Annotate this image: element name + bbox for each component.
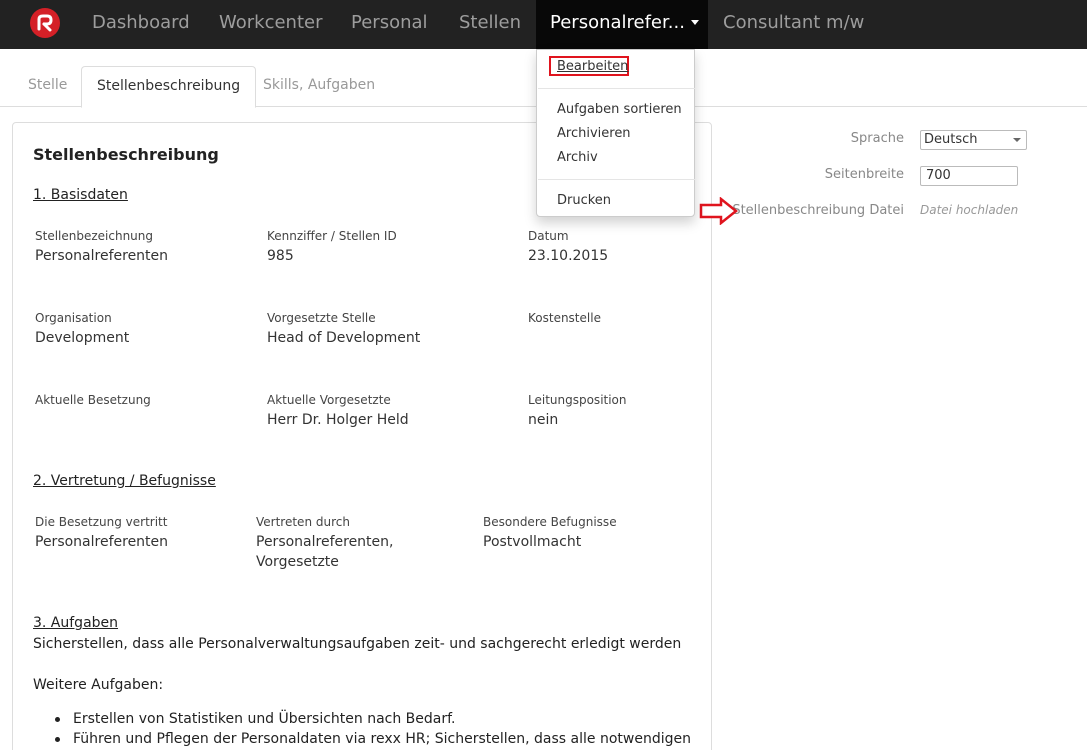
menu-divider bbox=[538, 88, 695, 89]
language-select[interactable]: Deutsch bbox=[920, 130, 1027, 150]
field-label: Stellenbezeichnung bbox=[35, 229, 154, 243]
nav-dashboard[interactable]: Dashboard bbox=[92, 0, 190, 49]
personalreferenten-dropdown-menu: Bearbeiten Aufgaben sortieren Archiviere… bbox=[536, 49, 695, 217]
page-width-input[interactable]: 700 bbox=[920, 166, 1018, 186]
field-label: Vorgesetzte Stelle bbox=[267, 311, 376, 325]
field-value: nein bbox=[528, 412, 559, 428]
language-select-value: Deutsch bbox=[924, 132, 978, 147]
tab-skills-aufgaben[interactable]: Skills, Aufgaben bbox=[248, 66, 390, 107]
section-aufgaben-heading: 3. Aufgaben bbox=[33, 615, 119, 631]
menu-item-bearbeiten[interactable]: Bearbeiten bbox=[557, 59, 628, 74]
logo-mark-icon bbox=[37, 14, 53, 32]
menu-divider bbox=[538, 179, 695, 180]
file-upload-link[interactable]: Datei hochladen bbox=[920, 203, 1018, 217]
field-value: Herr Dr. Holger Held bbox=[267, 412, 409, 428]
field-label: Die Besetzung vertritt bbox=[35, 515, 168, 529]
field-value: Postvollmacht bbox=[483, 534, 582, 550]
nav-consultant[interactable]: Consultant m/w bbox=[723, 0, 864, 49]
bullet-dot bbox=[55, 737, 60, 742]
file-label: Stellenbeschreibung Datei bbox=[732, 203, 904, 218]
nav-personalreferenten[interactable]: Personalrefer... bbox=[536, 0, 708, 49]
annotation-arrow-icon bbox=[699, 197, 739, 225]
top-navbar: Dashboard Workcenter Personal Stellen Pe… bbox=[0, 0, 1087, 49]
select-arrow-icon bbox=[1013, 138, 1021, 142]
nav-stellen[interactable]: Stellen bbox=[459, 0, 521, 49]
nav-personalreferenten-label: Personalrefer... bbox=[550, 12, 685, 33]
caret-down-icon bbox=[690, 19, 699, 25]
field-value-line2: Vorgesetzte bbox=[256, 554, 339, 570]
field-value: Personalreferenten, bbox=[256, 534, 394, 550]
app-logo[interactable] bbox=[30, 8, 60, 38]
field-value: Personalreferenten bbox=[35, 248, 169, 264]
field-value: 23.10.2015 bbox=[528, 248, 609, 264]
field-label: Besondere Befugnisse bbox=[483, 515, 617, 529]
field-label: Aktuelle Besetzung bbox=[35, 393, 151, 407]
field-value: Development bbox=[35, 330, 130, 346]
field-label: Vertreten durch bbox=[256, 515, 350, 529]
main-task-text: Sicherstellen, dass alle Personalverwalt… bbox=[33, 636, 682, 652]
tab-stellenbeschreibung[interactable]: Stellenbeschreibung bbox=[81, 66, 257, 108]
further-tasks-label: Weitere Aufgaben: bbox=[33, 677, 164, 693]
field-label: Organisation bbox=[35, 311, 112, 325]
doc-title: Stellenbeschreibung bbox=[33, 145, 219, 164]
bullet-dot bbox=[55, 717, 60, 722]
section-basisdaten-heading: 1. Basisdaten bbox=[33, 187, 128, 203]
field-value: Personalreferenten bbox=[35, 534, 169, 550]
section-vertretung-heading: 2. Vertretung / Befugnisse bbox=[33, 473, 216, 489]
nav-personal[interactable]: Personal bbox=[351, 0, 428, 49]
field-label: Datum bbox=[528, 229, 569, 243]
menu-item-aufgaben-sortieren[interactable]: Aufgaben sortieren bbox=[557, 102, 682, 117]
language-label: Sprache bbox=[850, 131, 904, 146]
field-label: Kostenstelle bbox=[528, 311, 601, 325]
tab-stelle[interactable]: Stelle bbox=[13, 66, 82, 107]
task-bullet-item: Erstellen von Statistiken und Übersichte… bbox=[73, 711, 456, 727]
page-width-label: Seitenbreite bbox=[824, 167, 904, 182]
field-label: Kennziffer / Stellen ID bbox=[267, 229, 397, 243]
menu-item-drucken[interactable]: Drucken bbox=[557, 193, 611, 208]
menu-item-archivieren[interactable]: Archivieren bbox=[557, 126, 631, 141]
field-label: Aktuelle Vorgesetzte bbox=[267, 393, 391, 407]
menu-item-archiv[interactable]: Archiv bbox=[557, 150, 598, 165]
field-value: Head of Development bbox=[267, 330, 421, 346]
field-value: 985 bbox=[267, 248, 294, 264]
task-bullet-item: Führen und Pflegen der Personaldaten via… bbox=[73, 731, 691, 747]
field-label: Leitungsposition bbox=[528, 393, 627, 407]
nav-workcenter[interactable]: Workcenter bbox=[219, 0, 323, 49]
